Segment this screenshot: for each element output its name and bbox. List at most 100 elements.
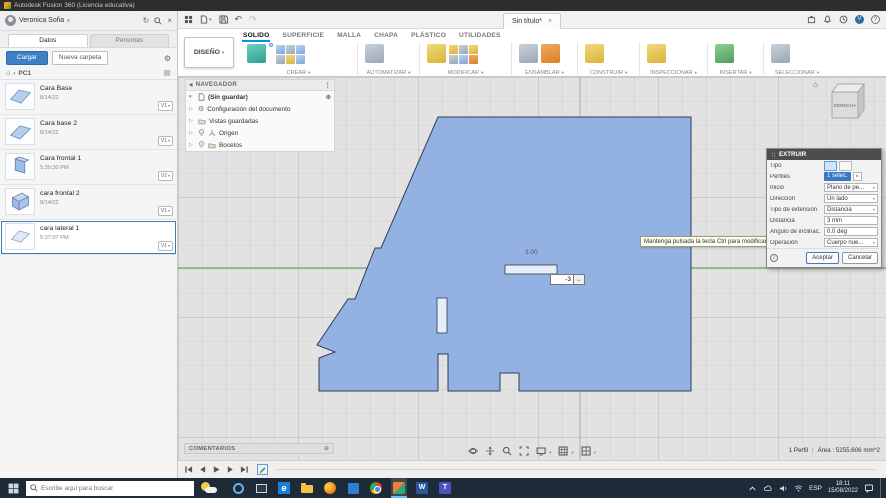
gear-icon[interactable]: ⚙ [164, 54, 171, 63]
joint-icon[interactable] [541, 44, 560, 63]
document-tab[interactable]: Sin título* × [502, 13, 562, 29]
info-icon[interactable]: i [770, 254, 778, 262]
action-center-icon[interactable] [864, 483, 874, 493]
combine-icon[interactable] [469, 45, 478, 54]
extrude-type-solid-icon[interactable] [824, 160, 837, 171]
pan-icon[interactable] [485, 446, 495, 456]
tree-collapsed-icon[interactable]: ▷ [189, 142, 195, 148]
tab-plastico[interactable]: PLÁSTICO [410, 32, 447, 42]
task-view-icon[interactable] [253, 478, 269, 498]
chrome-icon[interactable] [368, 478, 384, 498]
tab-superficie[interactable]: SUPERFICIE [281, 32, 325, 42]
fit-view-icon[interactable] [519, 446, 529, 456]
version-badge[interactable]: V1 [157, 101, 173, 111]
group-label-seleccionar[interactable]: SELECCIONAR [764, 70, 830, 76]
onedrive-icon[interactable] [763, 484, 773, 492]
group-label-inspeccionar[interactable]: INSPECCIONAR [640, 70, 707, 76]
group-label-construir[interactable]: CONSTRUIR [578, 70, 639, 76]
list-view-icon[interactable] [163, 69, 171, 77]
viewports-icon[interactable] [581, 446, 596, 456]
timeline-play-icon[interactable] [211, 464, 222, 475]
modeling-canvas[interactable]: ◀ NAVEGADOR ⋮ ▾ (Sin guardar) ⊕ ▷ ⚙ Conf… [178, 77, 886, 460]
construction-plane-icon[interactable] [585, 44, 604, 63]
extensions-icon[interactable] [807, 15, 816, 24]
list-item[interactable]: cara frontal 2 8/14/22 V1 [0, 185, 177, 220]
timeline-skip-end-icon[interactable] [239, 464, 250, 475]
profile-avatar[interactable]: V [855, 15, 864, 24]
display-settings-icon[interactable] [536, 447, 551, 456]
hole-icon[interactable] [276, 55, 285, 64]
show-desktop-button[interactable] [880, 478, 883, 498]
taper-angle-field[interactable]: 0.0 deg [824, 227, 878, 236]
timeline-skip-start-icon[interactable] [183, 464, 194, 475]
profiles-selection-chip[interactable]: 1 selec. [824, 172, 851, 181]
workspace-selector[interactable]: DISEÑO [184, 37, 234, 68]
tab-malla[interactable]: MALLA [336, 32, 362, 42]
group-label-automatizar[interactable]: AUTOMATIZAR [358, 70, 419, 76]
tab-datos[interactable]: Datos [8, 34, 88, 47]
teams-icon[interactable]: T [437, 478, 453, 498]
taskbar-search[interactable] [26, 480, 194, 496]
move-icon[interactable] [449, 55, 458, 64]
automate-icon[interactable] [365, 44, 384, 63]
tree-collapsed-icon[interactable]: ▷ [189, 130, 195, 136]
timeline-sketch-marker[interactable] [257, 464, 268, 475]
version-badge[interactable]: V1 [157, 206, 173, 216]
root-node-label[interactable]: (Sin guardar) [208, 94, 248, 101]
tree-collapsed-icon[interactable]: ▷ [189, 118, 195, 124]
home-icon[interactable]: ⌂ [6, 70, 10, 77]
notification-bell-icon[interactable] [823, 15, 832, 24]
shell-icon[interactable] [459, 45, 468, 54]
view-cube[interactable]: DERECHA ⌂ [813, 80, 868, 120]
list-item[interactable]: Cara Base 8/14/22 V1 [0, 80, 177, 115]
home-view-icon[interactable]: ⌂ [813, 80, 818, 89]
comments-bar[interactable]: COMENTARIOS ⊕ [184, 443, 334, 454]
refresh-icon[interactable]: ↻ [143, 16, 150, 25]
file-explorer-icon[interactable] [299, 478, 315, 498]
plus-circle-icon[interactable]: ⊕ [326, 93, 331, 101]
group-label-crear[interactable]: CREAR [240, 70, 357, 76]
file-menu-icon[interactable]: ▾ [200, 15, 212, 24]
sweep-icon[interactable] [286, 45, 295, 54]
fusion-360-taskbar-icon[interactable] [391, 478, 407, 498]
tab-utilidades[interactable]: UTILIDADES [458, 32, 502, 42]
cortana-icon[interactable] [230, 478, 246, 498]
close-tab-icon[interactable]: × [548, 18, 552, 25]
store-icon[interactable] [345, 478, 361, 498]
upload-button[interactable]: Cargar [6, 51, 48, 65]
extent-type-dropdown[interactable]: Distancia [824, 205, 878, 214]
job-status-icon[interactable] [839, 15, 848, 24]
node-label[interactable]: Vistas guardadas [209, 118, 258, 125]
browser-node-sketches[interactable]: ▷ Bocetos [186, 139, 334, 151]
align-icon[interactable] [459, 55, 468, 64]
collapse-left-icon[interactable]: ◀ [189, 82, 193, 88]
version-badge[interactable]: V1 [157, 136, 173, 146]
tab-solido[interactable]: SOLIDO [242, 32, 271, 42]
close-panel-icon[interactable]: × [167, 16, 172, 25]
start-button[interactable] [0, 478, 26, 498]
sketch-slot-vertical[interactable] [436, 297, 448, 334]
dots-menu-icon[interactable]: ⋮ [325, 82, 331, 89]
ok-button[interactable]: Aceptar [806, 252, 839, 264]
data-panel-toggle-icon[interactable] [184, 15, 193, 24]
user-name[interactable]: Veronica Sofia [19, 17, 64, 24]
chevron-down-icon[interactable]: ▾ [67, 18, 70, 24]
browser-header[interactable]: ◀ NAVEGADOR ⋮ [186, 80, 334, 91]
start-dropdown[interactable]: Plano de pe... [824, 183, 878, 192]
search-icon[interactable] [154, 16, 162, 25]
list-item[interactable]: Cara base 2 8/14/22 V1 [0, 115, 177, 150]
press-pull-icon[interactable] [427, 44, 446, 63]
edge-icon[interactable]: e [276, 478, 292, 498]
network-wifi-icon[interactable] [794, 484, 803, 493]
new-component-icon[interactable] [519, 44, 538, 63]
tree-open-icon[interactable]: ▾ [189, 94, 195, 100]
word-icon[interactable]: W [414, 478, 430, 498]
node-label[interactable]: Origen [219, 130, 238, 137]
browser-node-origin[interactable]: ▷ Origen [186, 127, 334, 139]
orbit-icon[interactable] [468, 446, 478, 456]
distance-field[interactable]: 3 mm [824, 216, 878, 225]
direction-dropdown[interactable]: Un lado [824, 194, 878, 203]
browser-node-named-views[interactable]: ▷ Vistas guardadas [186, 115, 334, 127]
list-item-selected[interactable]: cara lateral 1 5:37:07 PM V1 [0, 220, 177, 255]
user-avatar[interactable] [5, 15, 16, 26]
